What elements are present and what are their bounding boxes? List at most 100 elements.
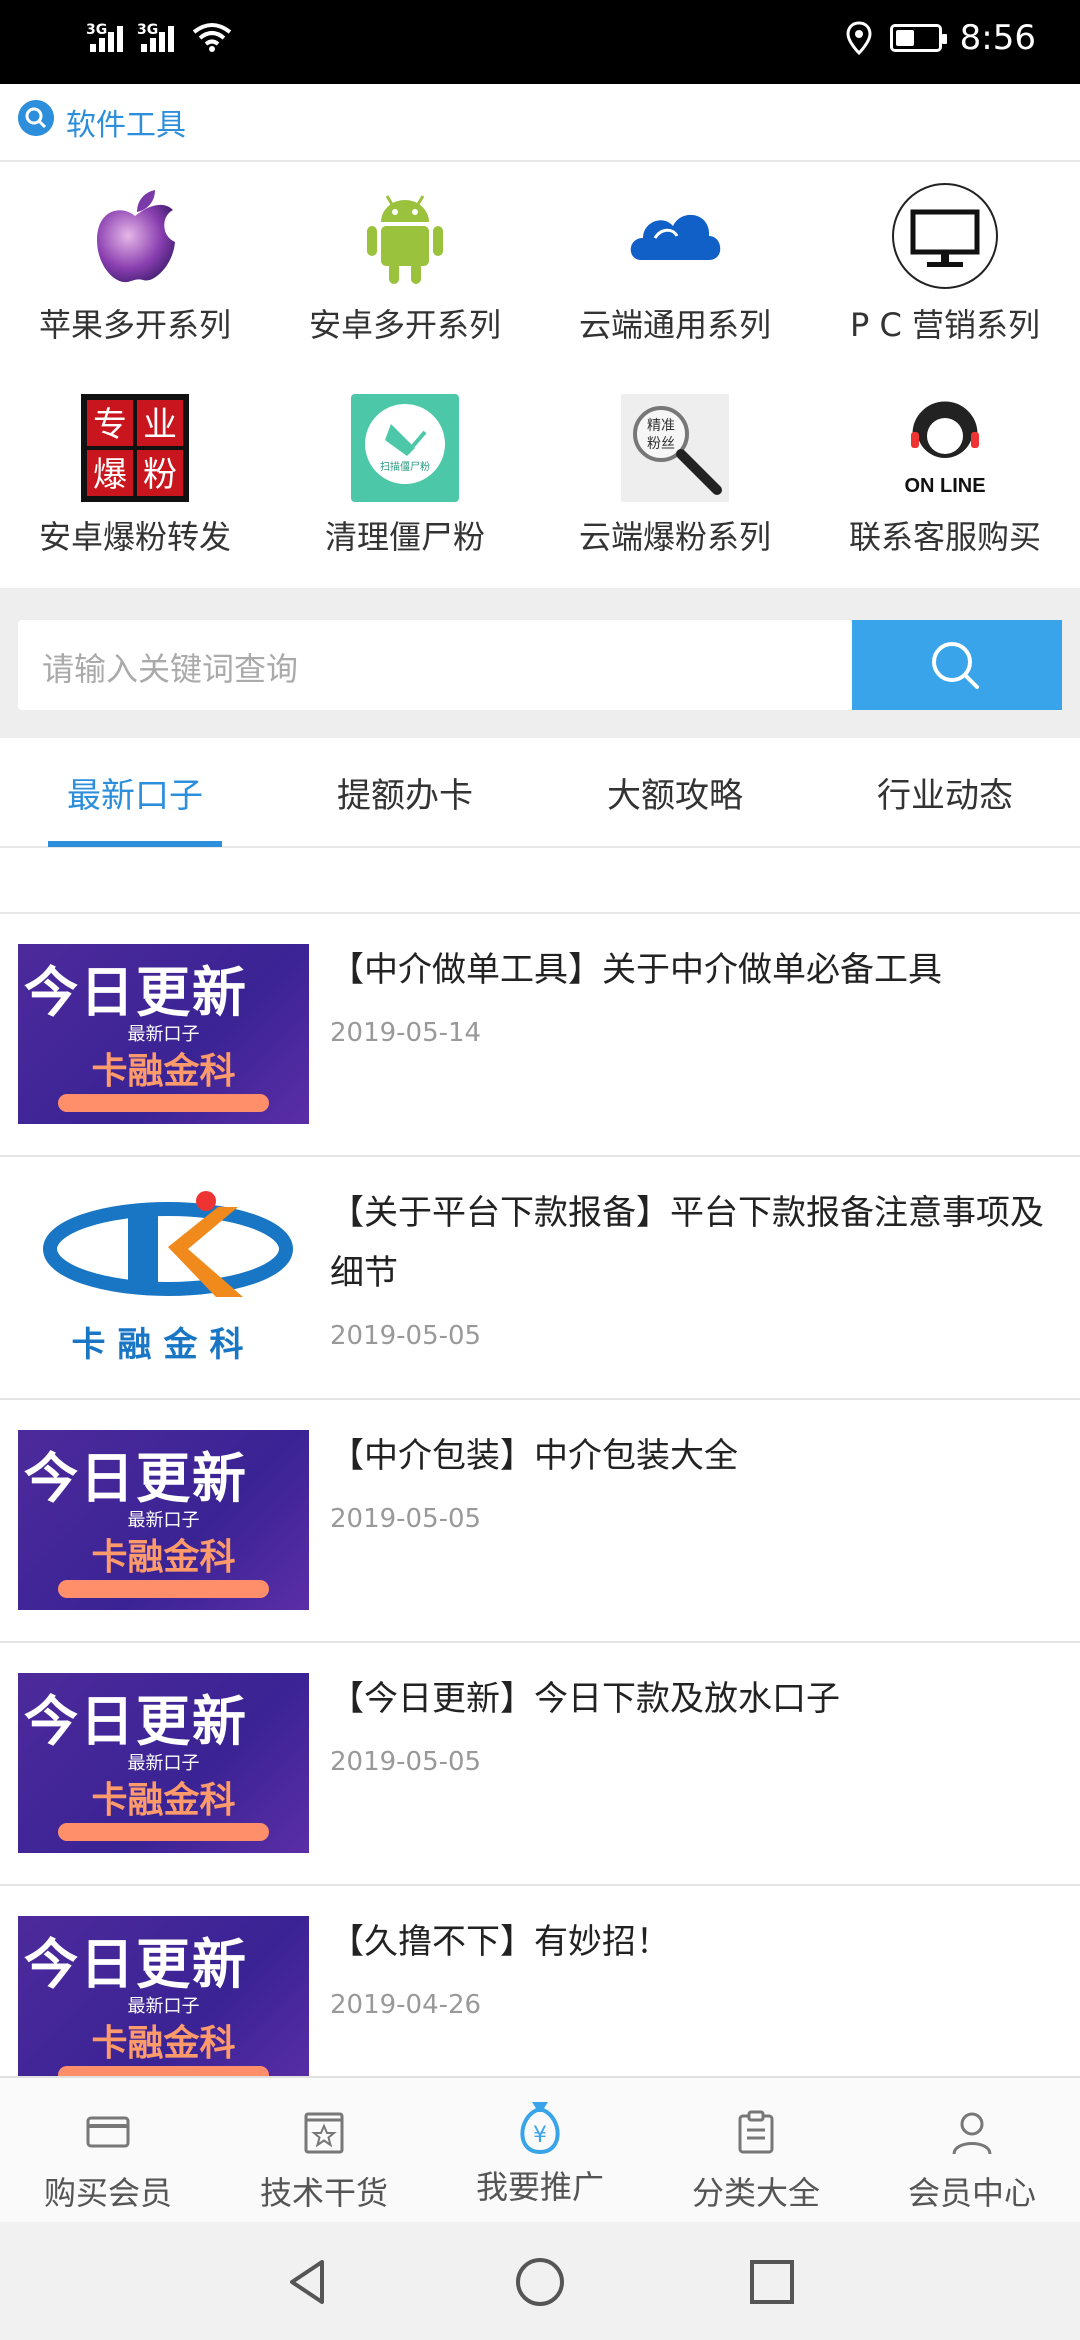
pro-fans-icon: 专 业 爆 粉 xyxy=(81,394,189,502)
nav-buy-membership[interactable]: 购买会员 xyxy=(0,2078,216,2224)
tool-apple-multi[interactable]: 苹果多开系列 xyxy=(0,164,270,376)
tool-label: 苹果多开系列 xyxy=(38,306,231,344)
tab-latest[interactable]: 最新口子 xyxy=(0,768,270,817)
icon-text: 专 xyxy=(93,405,127,445)
location-icon xyxy=(846,21,872,55)
nav-label: 我要推广 xyxy=(475,2168,604,2206)
promo-brand: 卡融金科 xyxy=(91,1537,236,1578)
tab-bar: 最新口子 提额办卡 大额攻略 行业动态 xyxy=(0,738,1080,848)
news-title: 【关于平台下款报备】平台下款报备注意事项及细节 xyxy=(330,1193,1044,1293)
status-right: 8:56 xyxy=(846,18,1036,58)
signal-3g-icon: 3G xyxy=(137,22,174,52)
home-icon[interactable] xyxy=(514,2256,566,2308)
wifi-icon xyxy=(192,23,232,52)
tool-cloud-fans[interactable]: 精准 粉丝 云端爆粉系列 xyxy=(540,376,810,588)
promo-strip xyxy=(58,2066,269,2076)
tab-large-strategy[interactable]: 大额攻略 xyxy=(540,768,810,817)
promo-strip xyxy=(58,1580,269,1598)
card-icon xyxy=(86,2116,130,2148)
tool-clean-zombie-fans[interactable]: 扫描僵尸粉 清理僵尸粉 xyxy=(270,376,540,588)
news-title: 【中介包装】中介包装大全 xyxy=(330,1436,738,1476)
clock: 8:56 xyxy=(959,18,1036,58)
icon-text: 爆 xyxy=(93,455,127,495)
battery-level xyxy=(895,30,915,46)
logo-brand: 卡融金科 xyxy=(71,1325,256,1365)
tool-contact-service[interactable]: ON LINE 联系客服购买 xyxy=(810,376,1080,588)
list-spacer xyxy=(0,850,1080,914)
search-button[interactable] xyxy=(852,620,1062,710)
bottom-nav: 购买会员 技术干货 ¥ 我要推广 分类大全 会员中心 xyxy=(0,2076,1080,2222)
tool-android-fans-forward[interactable]: 专 业 爆 粉 安卓爆粉转发 xyxy=(0,376,270,588)
nav-label: 技术干货 xyxy=(259,2174,388,2212)
list-item[interactable]: 今日更新 最新口子 卡融金科 【中介做单工具】关于中介做单必备工具 2019-0… xyxy=(0,914,1080,1157)
nav-tech-articles[interactable]: 技术干货 xyxy=(216,2078,432,2224)
tool-label: 云端通用系列 xyxy=(578,306,771,344)
battery-icon xyxy=(889,24,947,52)
list-item[interactable]: 卡融金科 【关于平台下款报备】平台下款报备注意事项及细节 2019-05-05 xyxy=(0,1157,1080,1400)
tool-label: 安卓多开系列 xyxy=(308,306,501,344)
android-icon xyxy=(367,195,443,284)
magnifier-icon: 精准 粉丝 xyxy=(621,394,729,502)
promo-strip xyxy=(58,1823,269,1841)
nav-categories[interactable]: 分类大全 xyxy=(648,2078,864,2224)
tool-label: 联系客服购买 xyxy=(848,518,1041,556)
promo-headline: 今日更新 xyxy=(24,1447,248,1510)
search-icon xyxy=(18,100,54,136)
news-title: 【今日更新】今日下款及放水口子 xyxy=(330,1679,840,1719)
promo-brand: 卡融金科 xyxy=(91,1780,236,1821)
icon-text: 精准 xyxy=(647,418,675,434)
tools-grid: 苹果多开系列 安卓多开系列 云端通用系列 P C 营销系列 专 业 爆 粉 安卓… xyxy=(0,164,1080,588)
news-date: 2019-05-05 xyxy=(330,1504,482,1534)
icon-text: 扫描僵尸粉 xyxy=(380,460,430,473)
news-title: 【久撸不下】有妙招！ xyxy=(330,1922,670,1962)
nav-label: 会员中心 xyxy=(907,2174,1036,2212)
clipboard-icon xyxy=(738,2110,774,2154)
system-nav-bar xyxy=(0,2222,1080,2340)
nav-label: 分类大全 xyxy=(691,2174,820,2212)
recents-icon[interactable] xyxy=(746,2256,798,2308)
news-title: 【中介做单工具】关于中介做单必备工具 xyxy=(330,950,942,990)
news-date: 2019-05-05 xyxy=(330,1321,482,1351)
tool-label: 安卓爆粉转发 xyxy=(38,518,231,556)
nav-label: 购买会员 xyxy=(43,2174,172,2212)
apple-icon xyxy=(97,190,175,283)
tool-label: 云端爆粉系列 xyxy=(578,518,771,556)
signal-3g-icon: 3G xyxy=(86,22,123,52)
status-bar: 3G 3G 8:56 xyxy=(0,0,1080,84)
tab-industry-news[interactable]: 行业动态 xyxy=(810,768,1080,817)
icon-text: ON LINE xyxy=(904,475,985,497)
svg-text:¥: ¥ xyxy=(533,2123,547,2148)
list-item[interactable]: 今日更新 最新口子 卡融金科 【今日更新】今日下款及放水口子 2019-05-0… xyxy=(0,1643,1080,1886)
promo-thumbnail: 今日更新 最新口子 卡融金科 xyxy=(18,944,309,1124)
nav-member-center[interactable]: 会员中心 xyxy=(864,2078,1080,2224)
promo-brand: 卡融金科 xyxy=(91,1051,236,1092)
active-tab-indicator xyxy=(48,841,222,847)
news-date: 2019-04-26 xyxy=(330,1990,482,2020)
tab-credit-limit[interactable]: 提额办卡 xyxy=(270,768,540,817)
promo-thumbnail: 今日更新 最新口子 卡融金科 xyxy=(18,1916,309,2076)
icon-text: 业 xyxy=(143,405,177,445)
section-header: 软件工具 xyxy=(0,84,1080,162)
news-date: 2019-05-05 xyxy=(330,1747,482,1777)
back-icon[interactable] xyxy=(282,2256,334,2308)
headset-icon: ON LINE xyxy=(904,401,986,497)
list-item[interactable]: 今日更新 最新口子 卡融金科 【中介包装】中介包装大全 2019-05-05 xyxy=(0,1400,1080,1643)
promo-headline: 今日更新 xyxy=(24,1690,248,1753)
promo-headline: 今日更新 xyxy=(24,961,248,1024)
news-date: 2019-05-14 xyxy=(330,1018,482,1048)
search-input[interactable]: 请输入关键词查询 xyxy=(18,620,852,710)
cloud-icon xyxy=(630,214,721,260)
tool-cloud-general[interactable]: 云端通用系列 xyxy=(540,164,810,376)
tool-android-multi[interactable]: 安卓多开系列 xyxy=(270,164,540,376)
promo-thumbnail: 今日更新 最新口子 卡融金科 xyxy=(18,1673,309,1853)
nav-promote[interactable]: ¥ 我要推广 xyxy=(432,2078,648,2224)
list-item[interactable]: 今日更新 最新口子 卡融金科 【久撸不下】有妙招！ 2019-04-26 xyxy=(0,1886,1080,2076)
broom-icon: 扫描僵尸粉 xyxy=(351,394,459,502)
logo-thumbnail: 卡融金科 xyxy=(18,1187,309,1367)
tool-pc-marketing[interactable]: P C 营销系列 xyxy=(810,164,1080,376)
section-title: 软件工具 xyxy=(66,108,186,143)
status-left: 3G 3G xyxy=(86,22,232,52)
icon-text: 粉 xyxy=(143,455,177,495)
money-bag-icon: ¥ xyxy=(520,2102,560,2155)
promo-brand: 卡融金科 xyxy=(91,2023,236,2064)
